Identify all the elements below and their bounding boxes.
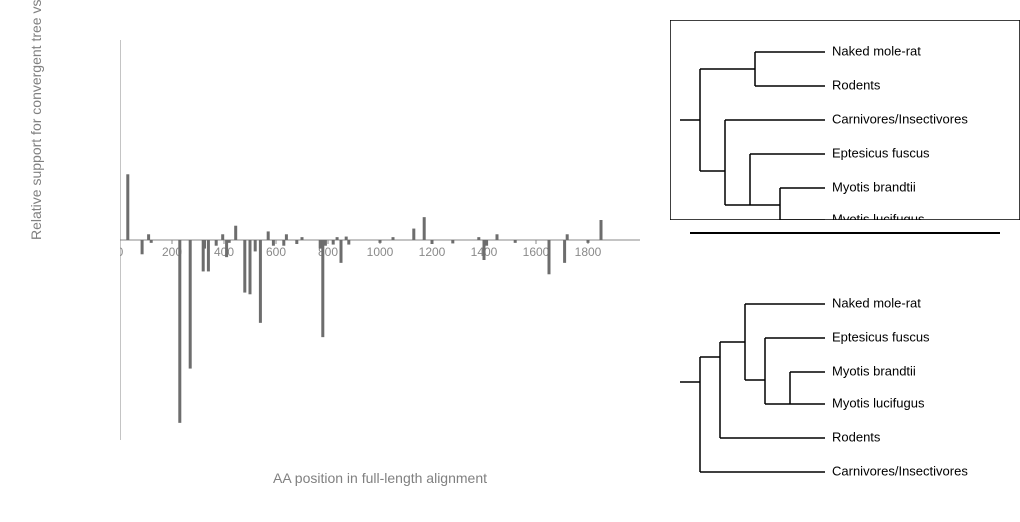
bar <box>477 237 480 240</box>
bar <box>451 240 454 243</box>
bar <box>141 240 144 254</box>
bar <box>234 226 237 240</box>
conv-leaf-1: Eptesicus fuscus <box>832 329 930 344</box>
bar <box>321 240 324 337</box>
tree-pane: Naked mole-rat Rodents Carnivores/Insect… <box>670 0 1020 522</box>
bar <box>379 240 382 243</box>
bar <box>423 217 426 240</box>
bar <box>189 240 192 369</box>
bar <box>483 240 486 260</box>
bar <box>272 240 275 246</box>
bar <box>332 240 335 245</box>
bar-group <box>126 174 602 423</box>
y-axis-label: Relative support for convergent tree vs.… <box>28 0 44 240</box>
bar <box>340 240 343 263</box>
bar <box>249 240 252 294</box>
chart-pane: Relative support for convergent tree vs.… <box>0 0 670 522</box>
bar <box>566 234 569 240</box>
x-tick-label: 1800 <box>575 245 602 259</box>
bar <box>147 234 150 240</box>
bar <box>587 240 590 243</box>
x-tick-label: 1200 <box>419 245 446 259</box>
x-tick-label: 1000 <box>367 245 394 259</box>
bar <box>285 234 288 240</box>
bar <box>319 240 322 249</box>
bar <box>392 237 395 240</box>
bar <box>301 237 304 240</box>
bar <box>228 240 231 243</box>
conv-leaf-0: Naked mole-rat <box>832 295 921 310</box>
species-leaf-4: Myotis brandtii <box>832 179 916 194</box>
conv-leaf-4: Rodents <box>832 429 881 444</box>
bar <box>548 240 551 274</box>
tree-separator <box>690 232 1000 234</box>
bar <box>243 240 246 293</box>
bar <box>336 237 339 240</box>
conv-leaf-2: Myotis brandtii <box>832 363 916 378</box>
bar <box>267 231 270 240</box>
species-leaf-1: Rodents <box>832 77 881 92</box>
bar <box>514 240 517 243</box>
bar <box>347 240 350 245</box>
x-axis-label: AA position in full-length alignment <box>120 470 640 486</box>
x-tick-label: 600 <box>266 245 286 259</box>
bar <box>225 240 228 257</box>
species-leaf-2: Carnivores/Insectivores <box>832 111 968 126</box>
bar <box>600 220 603 240</box>
species-tree: Naked mole-rat Rodents Carnivores/Insect… <box>670 20 1020 220</box>
bar <box>324 240 327 246</box>
bar <box>150 240 153 243</box>
species-leaf-3: Eptesicus fuscus <box>832 145 930 160</box>
bar <box>259 240 262 323</box>
x-tick-label: 400 <box>214 245 234 259</box>
bar <box>295 240 298 244</box>
bar <box>215 240 218 246</box>
bar <box>282 240 285 246</box>
bar <box>126 174 129 240</box>
bar <box>207 240 210 271</box>
conv-leaf-3: Myotis lucifugus <box>832 395 925 410</box>
bar <box>254 240 257 251</box>
x-tick-label: 0 <box>120 245 124 259</box>
x-tick-group: 020040060080010001200140016001800 <box>120 240 602 259</box>
bar <box>431 240 434 244</box>
bar <box>221 234 224 240</box>
bar-chart: -3.5-2.5-1.5-0.50.51.52.53.5 02004006008… <box>120 40 640 440</box>
bar <box>203 240 206 249</box>
x-tick-label: 1600 <box>523 245 550 259</box>
conv-leaf-5: Carnivores/Insectivores <box>832 463 968 478</box>
bar <box>485 240 488 246</box>
figure: Relative support for convergent tree vs.… <box>0 0 1020 522</box>
bar <box>178 240 181 423</box>
convergent-tree: Naked mole-rat Eptesicus fuscus Myotis b… <box>670 272 1020 492</box>
bar <box>412 229 415 240</box>
species-leaf-5: Myotis lucifugus <box>832 211 925 220</box>
species-leaf-0: Naked mole-rat <box>832 43 921 58</box>
convergent-tree-branches <box>680 304 825 472</box>
bar <box>345 237 348 240</box>
bar <box>563 240 566 263</box>
bar <box>496 234 499 240</box>
